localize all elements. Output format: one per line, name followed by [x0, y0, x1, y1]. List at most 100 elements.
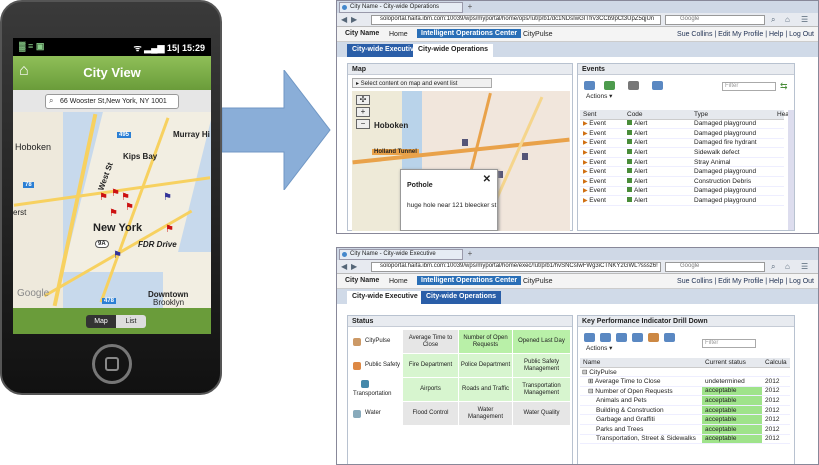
- menu-icon[interactable]: ☰: [801, 262, 808, 271]
- nav-home-link[interactable]: Home: [389, 278, 408, 285]
- column-header[interactable]: Sent: [580, 110, 624, 120]
- event-flag-icon[interactable]: ⚑: [165, 224, 174, 235]
- back-icon[interactable]: ◀: [341, 15, 347, 24]
- expand-icon[interactable]: [600, 333, 611, 342]
- map-select-control[interactable]: ▸ Select content on map and event list: [352, 78, 492, 88]
- status-cell[interactable]: Transportation Management: [512, 377, 571, 402]
- nav-citypulse-link[interactable]: CityPulse: [523, 31, 553, 38]
- nav-home-link[interactable]: Home: [389, 31, 408, 38]
- browser-search-input[interactable]: Google: [665, 15, 765, 25]
- column-header[interactable]: Code: [624, 110, 674, 120]
- status-cell[interactable]: Fire Department: [402, 353, 459, 378]
- address-input[interactable]: ⌕ 66 Wooster St,New York, NY 1001: [45, 94, 179, 109]
- refresh-icon[interactable]: [584, 81, 595, 90]
- table-row[interactable]: ⊟ Number of Open Requests acceptable 2012: [580, 386, 790, 397]
- new-tab-button[interactable]: +: [463, 2, 477, 11]
- event-flag-icon[interactable]: ⚑: [99, 192, 108, 203]
- table-row[interactable]: Garbage and Graffiti acceptable 2012: [580, 414, 790, 426]
- user-links[interactable]: Sue Collins | Edit My Profile | Help | L…: [677, 31, 814, 38]
- table-row[interactable]: ▶ Event Alert Sidewalk defect: [580, 147, 784, 158]
- table-row[interactable]: Animals and Pets acceptable 2012: [580, 395, 790, 406]
- collapse-icon[interactable]: [616, 333, 627, 342]
- apply-filter-icon[interactable]: ⇆: [780, 81, 788, 92]
- map-view-button[interactable]: Map: [86, 315, 116, 328]
- status-cell[interactable]: Flood Control: [402, 401, 459, 426]
- zoom-out-icon[interactable]: −: [356, 119, 370, 129]
- close-icon[interactable]: ✕: [483, 174, 491, 185]
- status-cell[interactable]: Police Department: [458, 353, 513, 378]
- menu-icon[interactable]: ☰: [801, 15, 808, 24]
- refresh-icon[interactable]: [584, 333, 595, 342]
- pan-icon[interactable]: ✣: [356, 95, 370, 105]
- table-row[interactable]: ⊟ CityPulse: [580, 367, 790, 378]
- scrollbar[interactable]: [788, 110, 794, 230]
- status-cell[interactable]: Number of Open Requests: [458, 329, 513, 354]
- status-cell[interactable]: Water Management: [458, 401, 513, 426]
- tab-city-wide-operations[interactable]: City-wide Operations: [421, 291, 502, 304]
- table-row[interactable]: ▶ Event Alert Damaged playground: [580, 166, 784, 178]
- actions-menu[interactable]: Actions ▾: [586, 92, 612, 100]
- search-icon[interactable]: ⌕: [771, 15, 775, 25]
- status-category[interactable]: Public Safety: [350, 353, 403, 378]
- export-icon[interactable]: [604, 81, 615, 90]
- nav-ioc-link[interactable]: Intelligent Operations Center: [417, 276, 522, 285]
- status-cell[interactable]: Roads and Traffic: [458, 377, 513, 402]
- url-bar[interactable]: soloportal.haifa.ibm.com:10039/wps/mypor…: [371, 15, 661, 25]
- forward-icon[interactable]: ▶: [351, 262, 357, 271]
- event-flag-icon[interactable]: ⚑: [113, 250, 122, 261]
- user-links[interactable]: Sue Collins | Edit My Profile | Help | L…: [677, 278, 814, 285]
- column-header[interactable]: Calcula: [762, 358, 790, 368]
- status-cell[interactable]: Average Time to Close: [402, 329, 459, 354]
- tab-city-wide-executive[interactable]: City-wide Executive: [347, 291, 423, 304]
- status-cell[interactable]: Public Safety Management: [512, 353, 571, 378]
- zoom-in-icon[interactable]: +: [356, 107, 370, 117]
- status-cell[interactable]: Water Quality: [512, 401, 571, 426]
- table-row[interactable]: ▶ Event Alert Construction Debris: [580, 176, 784, 187]
- table-row[interactable]: Building & Construction acceptable 2012: [580, 405, 790, 416]
- table-row[interactable]: ▶ Event Alert Damaged playground: [580, 128, 784, 139]
- search-icon[interactable]: ⌕: [771, 262, 775, 272]
- map-marker-icon[interactable]: [522, 153, 528, 160]
- tab-city-wide-executive[interactable]: City-wide Executive: [347, 44, 423, 57]
- status-category[interactable]: Water: [350, 401, 403, 426]
- table-row[interactable]: Parks and Trees acceptable 2012: [580, 424, 790, 435]
- url-bar[interactable]: soloportal.haifa.ibm.com:10039/wps/mypor…: [371, 262, 661, 272]
- event-flag-icon[interactable]: ⚑: [111, 188, 120, 199]
- nav-citypulse-link[interactable]: CityPulse: [523, 278, 553, 285]
- copy-icon[interactable]: [632, 333, 643, 342]
- list-view-button[interactable]: List: [116, 315, 146, 328]
- forward-icon[interactable]: ▶: [351, 15, 357, 24]
- phone-map[interactable]: Hoboken Murray Hi Kips Bay New York FDR …: [13, 112, 211, 308]
- table-row[interactable]: ▶ Event Alert Damaged playground: [580, 119, 784, 130]
- status-category[interactable]: Transportation: [350, 377, 403, 402]
- event-flag-icon[interactable]: ⚑: [109, 208, 118, 219]
- nav-ioc-link[interactable]: Intelligent Operations Center: [417, 29, 522, 38]
- filter-input[interactable]: Filter: [702, 339, 756, 348]
- phone-home-button[interactable]: [92, 344, 132, 384]
- table-row[interactable]: ▶ Event Alert Damaged playground: [580, 195, 784, 206]
- operations-map[interactable]: Hoboken Holland Tunnel ✣ + − Pothole ✕ h…: [352, 91, 570, 231]
- home-icon[interactable]: ⌂: [785, 15, 790, 24]
- column-header[interactable]: Hea: [774, 110, 789, 120]
- home-icon[interactable]: ⌂: [785, 262, 790, 271]
- event-flag-icon[interactable]: ⚑: [163, 192, 172, 203]
- status-cell[interactable]: Opened Last Day: [512, 329, 571, 354]
- table-row[interactable]: ▶ Event Alert Stray Animal: [580, 157, 784, 168]
- chart-icon[interactable]: [664, 333, 675, 342]
- column-header[interactable]: Current status: [702, 358, 762, 368]
- status-category[interactable]: CityPulse: [350, 329, 403, 354]
- table-row[interactable]: ▶ Event Alert Damaged playground: [580, 186, 784, 197]
- layout-icon[interactable]: [652, 81, 663, 90]
- browser-tab[interactable]: City Name - City-wide Operations: [339, 2, 463, 13]
- print-icon[interactable]: [628, 81, 639, 90]
- new-tab-button[interactable]: +: [463, 249, 477, 258]
- event-flag-icon[interactable]: ⚑: [125, 202, 134, 213]
- edit-icon[interactable]: [648, 333, 659, 342]
- actions-menu[interactable]: Actions ▾: [586, 344, 612, 352]
- table-row[interactable]: Transportation, Street & Sidewalks accept…: [580, 434, 790, 445]
- browser-tab[interactable]: City Name - City-wide Executive: [339, 249, 463, 260]
- browser-search-input[interactable]: Google: [665, 262, 765, 272]
- column-header[interactable]: Type: [674, 110, 774, 120]
- filter-input[interactable]: Filter: [722, 82, 776, 91]
- map-marker-icon[interactable]: [462, 139, 468, 146]
